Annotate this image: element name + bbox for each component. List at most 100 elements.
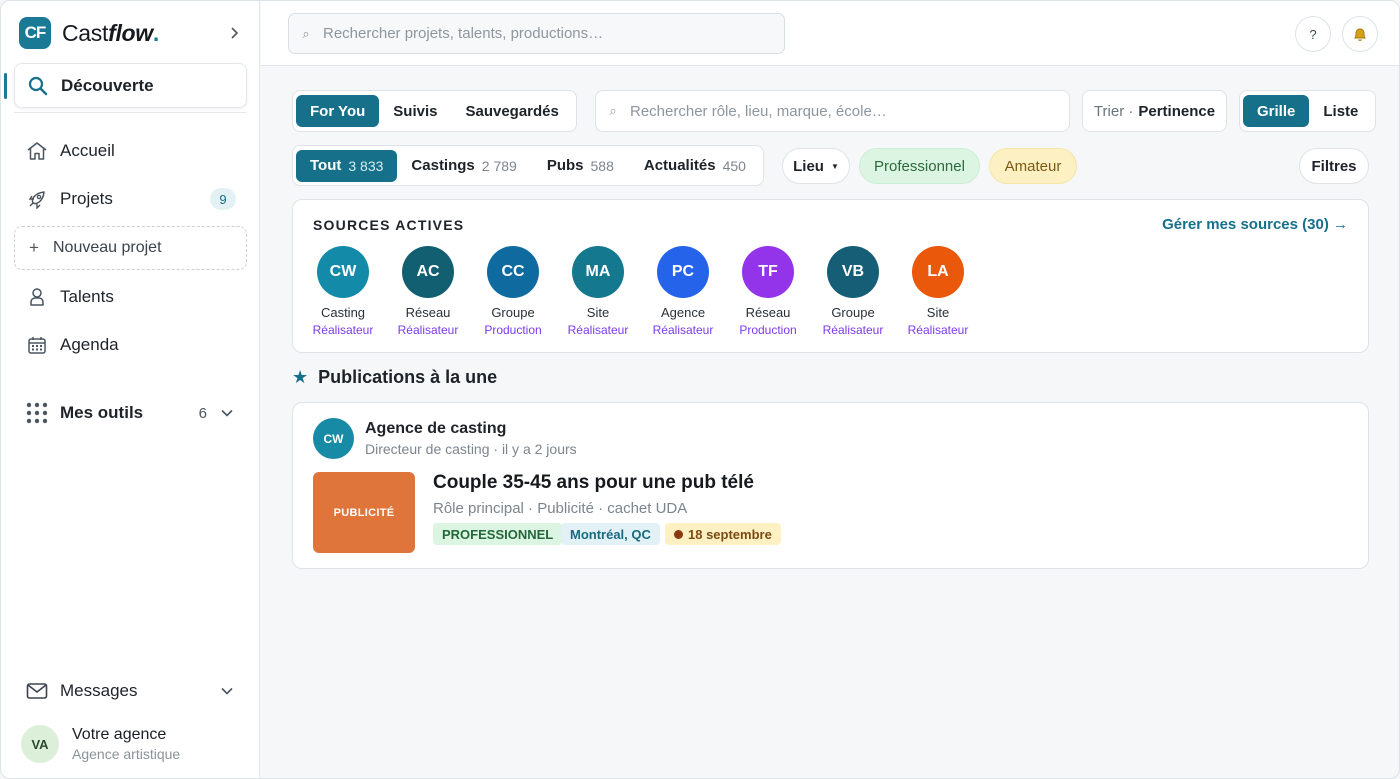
- source-avatar: MA: [572, 246, 624, 298]
- chevron-down-icon: [221, 406, 233, 420]
- tab-count: 588: [590, 157, 614, 174]
- source-name: Agence: [660, 305, 706, 320]
- post-subtitle: Rôle principal · Publicité · cachet UDA: [433, 500, 688, 517]
- source-item[interactable]: AC Réseau Réalisateur: [383, 246, 473, 337]
- sources-title: SOURCES ACTIVES: [313, 217, 465, 233]
- avatar: CW: [313, 418, 354, 459]
- chevron-right-icon: [231, 27, 239, 39]
- sidebar-item-label: Mes outils: [60, 403, 144, 422]
- help-icon: ?: [1309, 26, 1317, 42]
- source-item[interactable]: CW Casting Réalisateur: [298, 246, 388, 337]
- brand-logo[interactable]: CF Castflow.: [19, 17, 159, 49]
- user-icon: [14, 287, 60, 307]
- source-role: Réalisateur: [907, 323, 969, 337]
- sidebar-item-agenda[interactable]: Agenda: [14, 325, 247, 365]
- view-grid-button[interactable]: Grille: [1243, 95, 1310, 127]
- source-item[interactable]: CC Groupe Production: [468, 246, 558, 337]
- user-role: Agence artistique: [72, 746, 181, 762]
- source-avatar: AC: [402, 246, 454, 298]
- notifications-button[interactable]: [1342, 16, 1378, 52]
- tab-suivis[interactable]: Suivis: [379, 95, 451, 127]
- sidebar-item-label: Accueil: [60, 141, 115, 160]
- source-role: Réalisateur: [652, 323, 714, 337]
- new-project-button[interactable]: + Nouveau projet: [14, 226, 247, 270]
- user-name: Votre agence: [72, 726, 167, 743]
- tab-count: 2 789: [481, 157, 517, 174]
- source-name: Groupe: [491, 305, 535, 320]
- source-name: Site: [926, 305, 950, 320]
- tab-pubs[interactable]: Pubs 588: [531, 150, 630, 182]
- source-role: Réalisateur: [397, 323, 459, 337]
- amateur-filter-chip[interactable]: Amateur: [989, 148, 1077, 184]
- avatar: VA: [21, 725, 59, 763]
- source-avatar: CC: [487, 246, 539, 298]
- source-avatar: VB: [827, 246, 879, 298]
- filters-button[interactable]: Filtres: [1299, 148, 1369, 184]
- tab-actualites[interactable]: Actualités 450: [630, 150, 760, 182]
- tools-count: 6: [198, 404, 207, 422]
- tab-tout[interactable]: Tout 3 833: [296, 149, 398, 182]
- sidebar-item-talents[interactable]: Talents: [14, 277, 247, 317]
- source-avatar: CW: [317, 246, 369, 298]
- view-list-button[interactable]: Liste: [1309, 95, 1372, 127]
- sidebar-item-mes-outils[interactable]: Mes outils 6: [14, 393, 247, 433]
- tag-location: Montréal, QC: [561, 523, 660, 545]
- sort-dropdown[interactable]: Trier · Pertinence: [1082, 90, 1227, 132]
- featured-title-text: Publications à la une: [318, 367, 498, 387]
- app-window: CF Castflow. Découverte Accueil Projets …: [0, 0, 1400, 779]
- featured-post-card[interactable]: CW Agence de casting Directeur de castin…: [292, 402, 1369, 569]
- tab-for-you[interactable]: For You: [296, 95, 380, 127]
- source-role: Production: [739, 323, 797, 337]
- brand-name-light: Cast: [62, 19, 109, 46]
- sidebar-item-projets[interactable]: Projets 9: [14, 179, 247, 219]
- sidebar-item-messages[interactable]: Messages: [14, 671, 247, 711]
- source-item[interactable]: LA Site Réalisateur: [893, 246, 983, 337]
- sidebar-item-label: Découverte: [61, 75, 154, 95]
- active-indicator: [4, 73, 7, 99]
- source-name: Casting: [320, 305, 366, 320]
- grid-dots-icon: [14, 402, 60, 424]
- source-name: Réseau: [745, 305, 791, 320]
- bell-icon: [1354, 27, 1366, 41]
- caret-down-icon: ▼: [830, 161, 839, 171]
- user-profile[interactable]: VA Votre agence Agence artistique: [21, 725, 180, 763]
- source-role: Réalisateur: [822, 323, 884, 337]
- role-search-input[interactable]: [630, 102, 1050, 120]
- source-item[interactable]: TF Réseau Production: [723, 246, 813, 337]
- new-project-label: Nouveau projet: [53, 239, 162, 256]
- post-thumbnail[interactable]: PUBLICITÉ: [313, 472, 415, 553]
- tag-professionnel: PROFESSIONNEL: [433, 523, 563, 545]
- professionnel-filter-chip[interactable]: Professionnel: [859, 148, 980, 184]
- tab-sauvegardes[interactable]: Sauvegardés: [451, 95, 572, 127]
- global-search-input[interactable]: [323, 25, 763, 42]
- global-search[interactable]: ⌕: [288, 13, 785, 54]
- post-author[interactable]: Agence de casting: [365, 420, 506, 438]
- tab-castings[interactable]: Castings 2 789: [397, 150, 530, 182]
- featured-section-title: ★ Publications à la une: [292, 367, 497, 388]
- source-role: Production: [484, 323, 542, 337]
- brand-mark: CF: [19, 17, 51, 49]
- source-item[interactable]: VB Groupe Réalisateur: [808, 246, 898, 337]
- rocket-icon: [14, 189, 60, 209]
- lieu-filter-dropdown[interactable]: Lieu ▼: [782, 148, 850, 184]
- help-button[interactable]: ?: [1295, 16, 1331, 52]
- post-title[interactable]: Couple 35-45 ans pour une pub télé: [433, 472, 754, 494]
- plus-icon: +: [29, 238, 39, 257]
- date-dot-icon: [674, 529, 683, 539]
- tab-count: 450: [722, 157, 746, 174]
- source-avatar: PC: [657, 246, 709, 298]
- sidebar-item-decouverte[interactable]: Découverte: [14, 63, 247, 108]
- tag-date-text: 18 septembre: [688, 526, 772, 542]
- role-search[interactable]: ⌕: [595, 90, 1070, 132]
- search-icon: ⌕: [302, 25, 310, 41]
- home-icon: [14, 141, 60, 161]
- sort-value: Pertinence: [1138, 102, 1216, 120]
- collapse-sidebar-button[interactable]: [225, 23, 245, 43]
- brand-name-dot: .: [152, 19, 159, 46]
- source-role: Réalisateur: [312, 323, 374, 337]
- manage-sources-link[interactable]: Gérer mes sources (30) →: [1162, 216, 1348, 233]
- source-item[interactable]: MA Site Réalisateur: [553, 246, 643, 337]
- divider: [14, 112, 247, 113]
- source-item[interactable]: PC Agence Réalisateur: [638, 246, 728, 337]
- sidebar-item-accueil[interactable]: Accueil: [14, 131, 247, 171]
